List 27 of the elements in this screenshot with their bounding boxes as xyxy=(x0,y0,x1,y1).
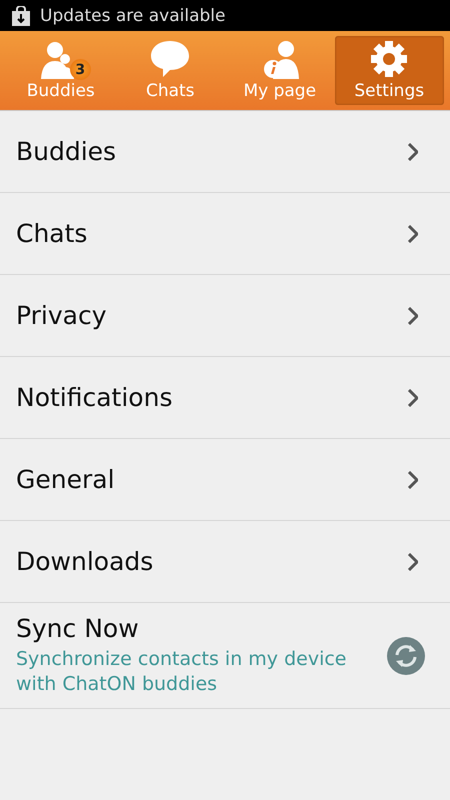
menu-item-label: Downloads xyxy=(16,547,154,576)
chevron-right-icon xyxy=(408,470,418,488)
chevron-right-icon xyxy=(408,142,418,160)
menu-item-label: Chats xyxy=(16,219,88,248)
menu-item[interactable]: Chats xyxy=(0,193,450,275)
menu-item[interactable]: Downloads xyxy=(0,521,450,603)
notification-text: Updates are available xyxy=(40,6,226,26)
menu-item-label: Privacy xyxy=(16,301,107,330)
menu-item[interactable]: Notifications xyxy=(0,357,450,439)
chevron-right-icon xyxy=(408,388,418,406)
download-bag-icon xyxy=(12,6,30,26)
sync-icon[interactable] xyxy=(386,636,426,676)
menu-item[interactable]: Privacy xyxy=(0,275,450,357)
menu-item-label: Notifications xyxy=(16,383,172,412)
chevron-right-icon xyxy=(408,306,418,324)
chevron-right-icon xyxy=(408,552,418,570)
sync-title: Sync Now xyxy=(16,614,140,644)
speech-bubble-icon xyxy=(149,39,192,79)
menu-item-label: Buddies xyxy=(16,137,116,166)
count-badge: 3 xyxy=(70,59,91,80)
menu-item[interactable]: Buddies xyxy=(0,111,450,193)
tab[interactable]: Settings xyxy=(334,36,444,105)
menu-item[interactable]: General xyxy=(0,439,450,521)
sync-description: Synchronize contacts in my device with ChatON buddies xyxy=(16,647,348,697)
chevron-right-icon xyxy=(408,224,418,242)
tab[interactable]: 3 Buddies xyxy=(6,36,116,105)
menu-item-label: General xyxy=(16,465,115,494)
